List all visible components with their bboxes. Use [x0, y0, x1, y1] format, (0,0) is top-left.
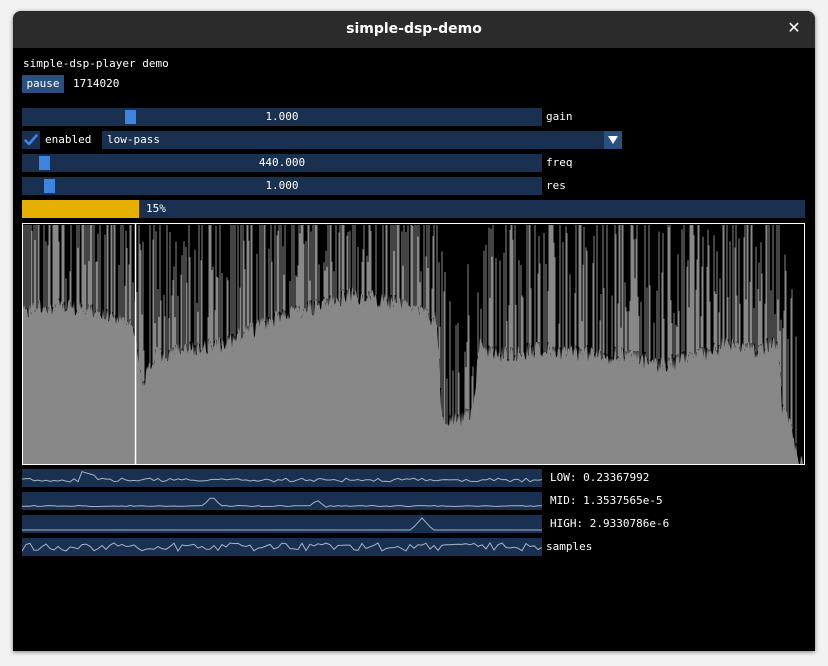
sample-position: 1714020 [73, 77, 120, 90]
close-icon[interactable]: ✕ [785, 19, 803, 37]
samples-plot [21, 538, 543, 556]
low-band-line [21, 470, 543, 483]
checkmark-icon [24, 134, 38, 146]
dropdown-arrow-button[interactable] [604, 131, 622, 149]
low-band-plot [21, 469, 543, 487]
gain-slider[interactable]: 1.000 [22, 108, 542, 126]
res-value: 1.000 [265, 179, 299, 192]
waveform-display[interactable] [22, 223, 805, 465]
playback-progress-bar: 15% [22, 200, 805, 218]
res-label: res [546, 179, 566, 192]
samples-label: samples [546, 540, 593, 553]
window-title: simple-dsp-demo [346, 21, 482, 37]
app-window: simple-dsp-demo ✕ simple-dsp-player demo… [13, 11, 815, 651]
high-band-plot [22, 515, 542, 533]
freq-label: freq [546, 156, 573, 169]
low-band-label: LOW: 0.23367992 [550, 471, 650, 484]
filter-type-select[interactable]: low-pass [102, 131, 622, 149]
high-band-label: HIGH: 2.9330786e-6 [550, 517, 670, 530]
gain-label: gain [546, 110, 573, 123]
header-text: simple-dsp-player demo [23, 57, 169, 70]
mid-band-label: MID: 1.3537565e-5 [550, 494, 663, 507]
res-slider[interactable]: 1.000 [22, 177, 542, 195]
mid-band-line [21, 497, 542, 508]
progress-text: 15% [146, 202, 166, 215]
chevron-down-icon [608, 136, 618, 144]
mid-band-plot [21, 492, 542, 510]
enabled-checkbox[interactable] [22, 131, 40, 149]
pause-button[interactable]: pause [22, 75, 64, 93]
freq-slider[interactable]: 440.000 [22, 154, 542, 172]
freq-value: 440.000 [258, 156, 306, 169]
progress-fill [22, 200, 140, 218]
title-bar: simple-dsp-demo ✕ [13, 11, 815, 48]
samples-line [21, 542, 543, 552]
app-content: simple-dsp-player demo pause 1714020 1.0… [13, 48, 815, 651]
high-band-line [22, 517, 542, 531]
filter-type-value: low-pass [107, 133, 160, 146]
enabled-label: enabled [45, 133, 92, 146]
gain-value: 1.000 [265, 110, 299, 123]
